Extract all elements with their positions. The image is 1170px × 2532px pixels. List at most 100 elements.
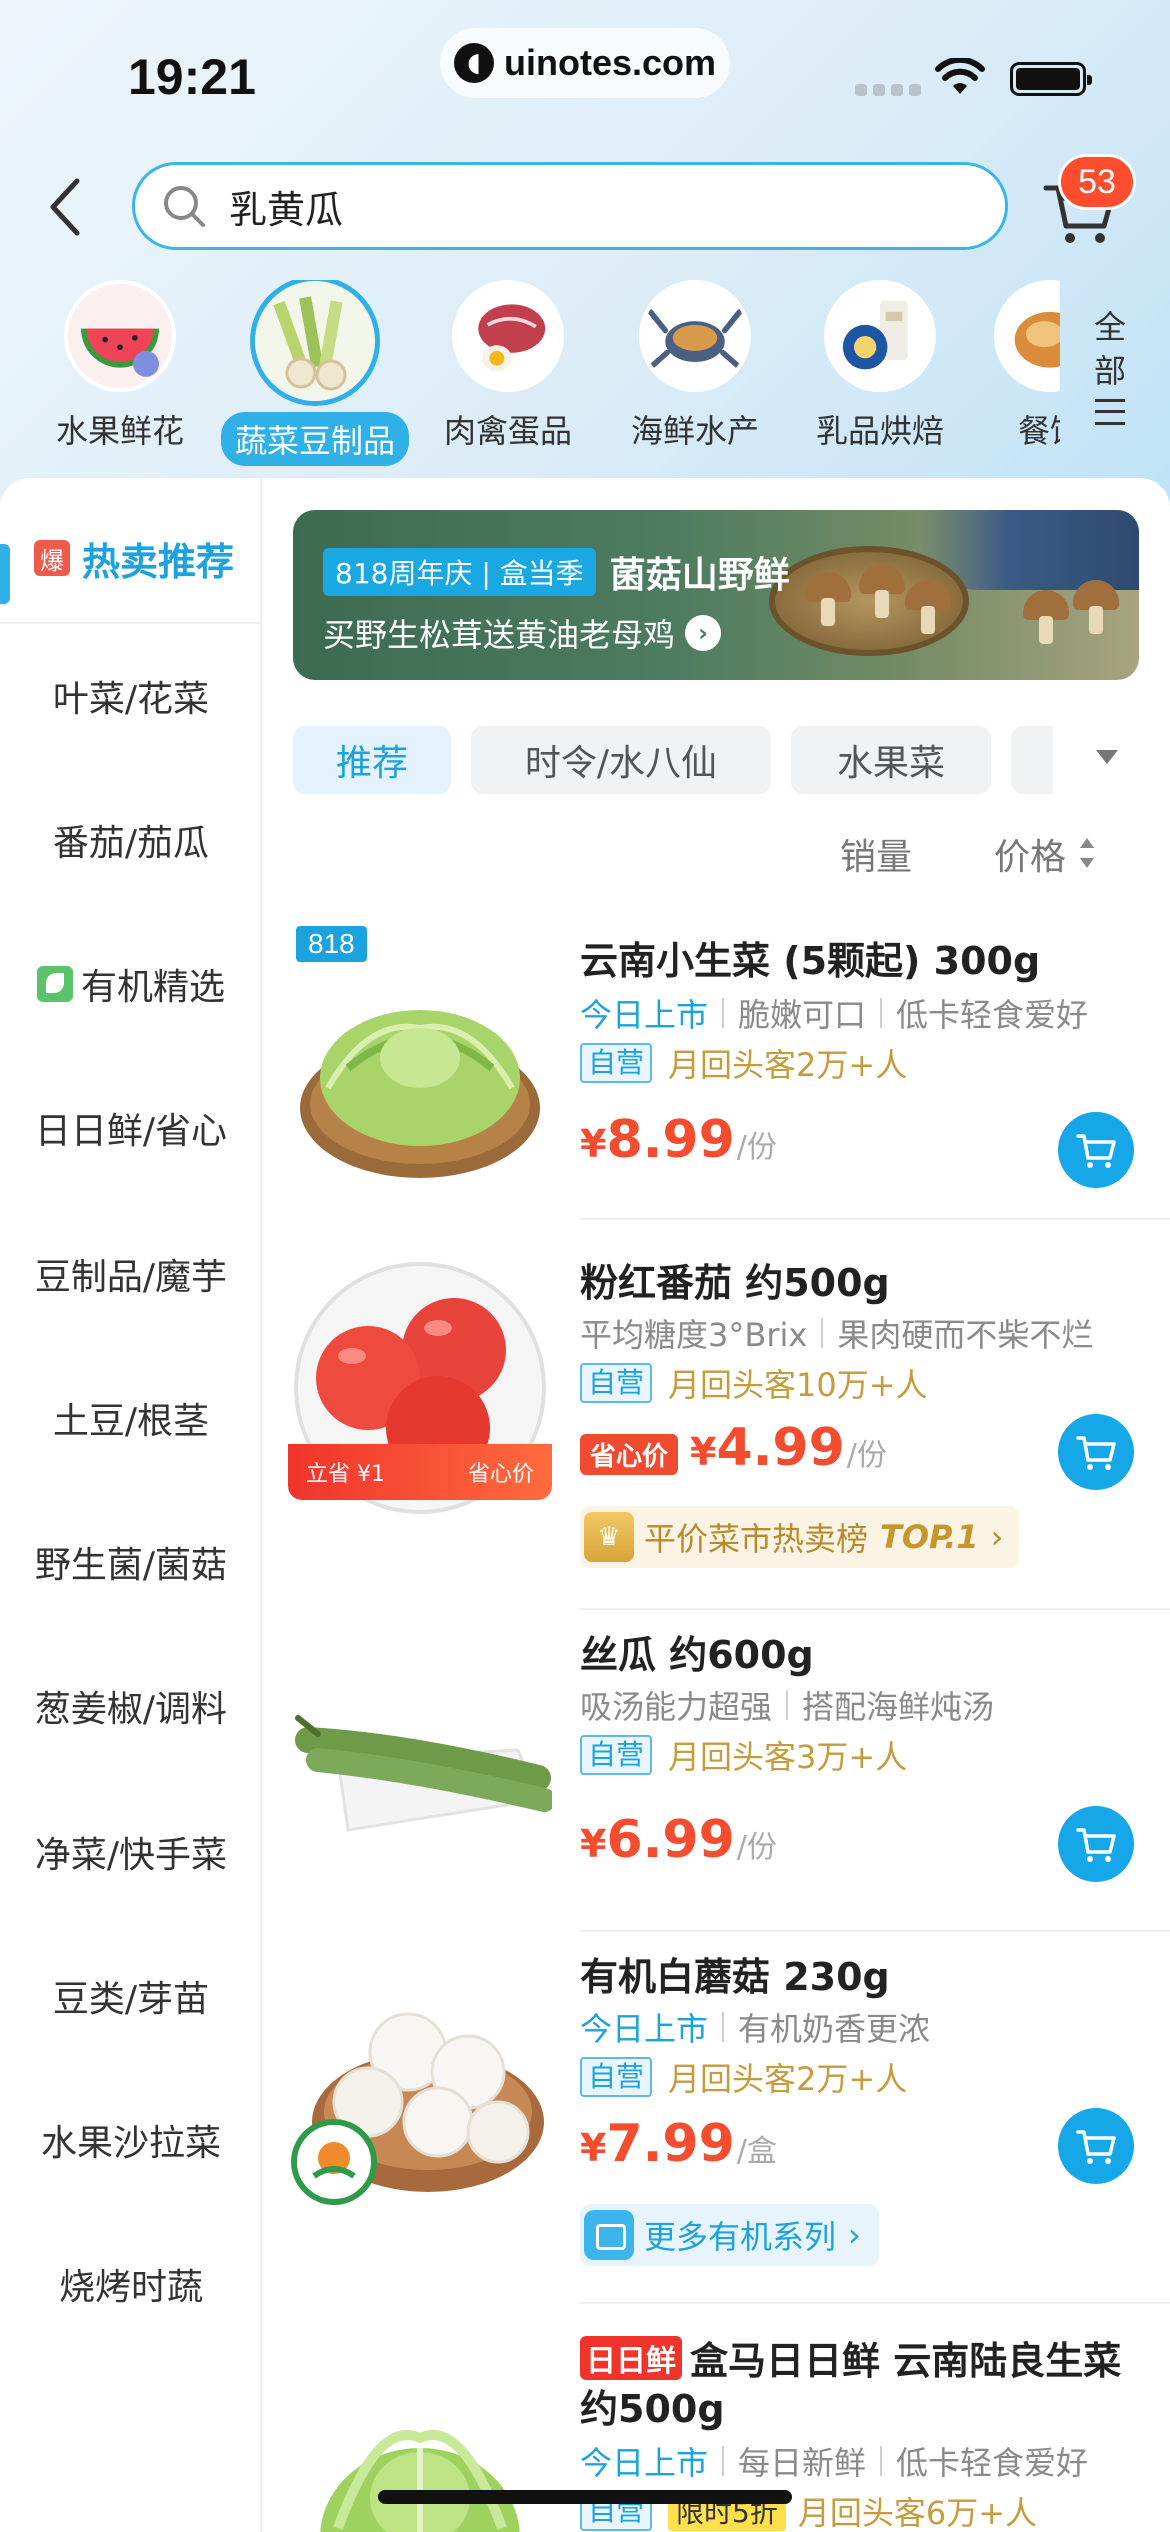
add-to-cart-button[interactable]	[1058, 1806, 1134, 1882]
all-categories-label-1: 全	[1093, 308, 1126, 346]
product-card[interactable]: 丝瓜 约600g 吸汤能力超强 搭配海鲜炖汤 自营 月回头客3万+人 ¥6.99…	[262, 1610, 1170, 1932]
repeat-customers: 月回头客3万+人	[668, 1738, 908, 1776]
sidebar-item-beans[interactable]: 豆类/芽苗	[0, 1956, 262, 2036]
category-meat-eggs[interactable]: 肉禽蛋品	[418, 280, 598, 452]
worry-free-price-badge: 省心价	[580, 1434, 679, 1475]
self-operated-badge: 自营	[580, 1043, 653, 1083]
product-feature: 每日新鲜	[738, 2444, 867, 2482]
tab-recommended[interactable]: 推荐	[293, 726, 451, 794]
product-feature: 平均糖度3°Brix	[580, 1316, 808, 1354]
product-card[interactable]: 有机白蘑菇 230g 今日上市 有机奶香更浓 自营 月回头客2万+人 ¥7.99…	[262, 1932, 1170, 2304]
product-name: 云南小生菜 (5颗起) 300g	[580, 939, 1041, 983]
all-categories-label-2: 部	[1093, 352, 1126, 390]
search-bar[interactable]	[132, 162, 1008, 250]
sidebar-item-daily-fresh[interactable]: 日日鲜/省心	[0, 1088, 262, 1168]
sort-price-label: 价格	[994, 837, 1067, 878]
promo-banner[interactable]: 818周年庆 | 盒当季 菌菇山野鲜 买野生松茸送黄油老母鸡 ›	[293, 510, 1139, 680]
sort-sales[interactable]: 销量	[840, 828, 912, 880]
home-indicator[interactable]	[378, 2490, 792, 2504]
add-to-cart-button[interactable]	[1058, 1112, 1134, 1188]
category-dairy-bakery[interactable]: 乳品烘焙	[790, 280, 970, 452]
category-fruit-flowers[interactable]: 水果鲜花	[30, 280, 210, 452]
product-name-line-2: 约500g	[580, 2387, 725, 2431]
ranking-text: 平价菜市热卖榜	[644, 1520, 869, 1558]
product-feature: 果肉硬而不柴不烂	[837, 1316, 1094, 1354]
product-name: 丝瓜 约600g	[580, 1633, 814, 1677]
sidebar-item-organic[interactable]: 有机精选	[0, 944, 262, 1024]
product-feature: 搭配海鲜炖汤	[802, 1688, 995, 1726]
banner-subtitle: 买野生松茸送黄油老母鸡	[323, 616, 676, 654]
all-categories-button[interactable]: 全 部	[1090, 305, 1130, 425]
main-panel: 爆 热卖推荐 叶菜/花菜 番茄/茄瓜 有机精选 日日鲜/省心 豆制品/魔芋 土豆…	[0, 478, 1170, 2532]
url-pill[interactable]: ◖ uinotes.com	[440, 28, 730, 98]
chevron-right-icon: ›	[848, 2216, 861, 2254]
repeat-customers: 月回头客2万+人	[668, 2060, 908, 2098]
product-feature: 有机奶香更浓	[738, 2010, 931, 2048]
add-to-cart-button[interactable]	[1058, 1414, 1134, 1490]
sort-arrows-icon	[1080, 836, 1095, 872]
search-input[interactable]	[229, 184, 929, 228]
product-feature: 吸汤能力超强	[580, 1688, 773, 1726]
sidebar-item-mushroom[interactable]: 野生菌/菌菇	[0, 1522, 262, 1602]
sidebar-item-potato[interactable]: 土豆/根茎	[0, 1378, 262, 1458]
more-organic-link[interactable]: 更多有机系列 ›	[580, 2204, 879, 2266]
tab-more[interactable]	[1011, 726, 1053, 794]
product-features: 今日上市 每日新鲜 低卡轻食爱好	[580, 2438, 1088, 2484]
sidebar-item-prepped[interactable]: 净菜/快手菜	[0, 1812, 262, 1892]
sidebar-item-tofu[interactable]: 豆制品/魔芋	[0, 1234, 262, 1314]
add-to-cart-button[interactable]	[1058, 2108, 1134, 2184]
sidebar-item-salad[interactable]: 水果沙拉菜	[0, 2100, 262, 2180]
sidebar-item-label: 豆制品/魔芋	[34, 1257, 228, 1298]
product-name: 有机白蘑菇 230g	[580, 1955, 890, 1999]
product-features: 吸汤能力超强 搭配海鲜炖汤	[580, 1682, 994, 1728]
price-unit: /份	[846, 1438, 887, 1473]
organic-series-icon	[584, 2210, 634, 2260]
price-value: 7.99	[606, 2114, 735, 2174]
cart-count-badge: 53	[1058, 154, 1136, 210]
product-price: ¥7.99/盒	[580, 2114, 777, 2174]
category-catering[interactable]: 餐饮	[960, 280, 1060, 452]
cellular-signal-icon	[855, 84, 921, 96]
sort-price[interactable]: 价格	[994, 828, 1095, 880]
category-label: 餐饮	[1017, 412, 1060, 450]
price-unit: /份	[736, 1830, 777, 1865]
chevron-right-icon: ›	[685, 615, 722, 651]
sidebar-item-leafy[interactable]: 叶菜/花菜	[0, 656, 262, 736]
product-feature: 脆嫩可口	[738, 996, 867, 1034]
self-operated-badge: 自营	[580, 1363, 653, 1403]
product-card[interactable]: 立省 ¥1 省心价 粉红番茄 约500g 平均糖度3°Brix 果肉硬而不柴不烂…	[262, 1238, 1170, 1610]
divider	[0, 622, 262, 624]
product-feature: 低卡轻食爱好	[896, 2444, 1089, 2482]
category-seafood[interactable]: 海鲜水产	[605, 280, 785, 452]
vegetables-icon	[250, 280, 380, 406]
sidebar-item-bbq[interactable]: 烧烤时蔬	[0, 2244, 262, 2324]
bread-icon	[994, 280, 1060, 392]
save-amount: 立省 ¥1	[306, 1462, 385, 1487]
search-icon	[164, 186, 205, 227]
wifi-icon	[935, 58, 985, 94]
banner-tag: 818周年庆 | 盒当季	[323, 548, 596, 596]
sidebar-item-seasoning[interactable]: 葱姜椒/调料	[0, 1666, 262, 1746]
category-vegetables[interactable]: 蔬菜豆制品	[221, 280, 410, 466]
sidebar-item-tomato[interactable]: 番茄/茄瓜	[0, 800, 262, 880]
dairy-icon	[824, 280, 936, 392]
tab-seasonal[interactable]: 时令/水八仙	[471, 726, 771, 794]
site-logo-icon: ◖	[454, 43, 494, 83]
back-button[interactable]	[40, 172, 90, 242]
status-time: 19:21	[128, 49, 256, 105]
menu-icon	[1095, 399, 1125, 425]
expand-tabs-icon[interactable]	[1090, 740, 1124, 774]
sidebar-item-hot[interactable]: 爆 热卖推荐	[0, 508, 262, 608]
trophy-icon: ♛	[584, 1512, 634, 1562]
price-unit: /盒	[736, 2134, 777, 2169]
watermelon-icon	[64, 280, 176, 392]
product-feature: 今日上市	[580, 996, 709, 1034]
product-price: 省心价 ¥4.99/份	[580, 1418, 887, 1478]
ranking-link[interactable]: ♛ 平价菜市热卖榜 TOP.1 ›	[580, 1506, 1020, 1568]
cart-icon	[1076, 1436, 1116, 1470]
crab-icon	[639, 280, 751, 392]
product-card[interactable]: 818 云南小生菜 (5颗起) 300g 今日上市 脆嫩可口 低卡轻食爱好 自营…	[262, 918, 1170, 1220]
chevron-right-icon: ›	[990, 1518, 1004, 1556]
tab-fruit-veg[interactable]: 水果菜	[791, 726, 991, 794]
category-label: 海鲜水产	[630, 412, 759, 450]
